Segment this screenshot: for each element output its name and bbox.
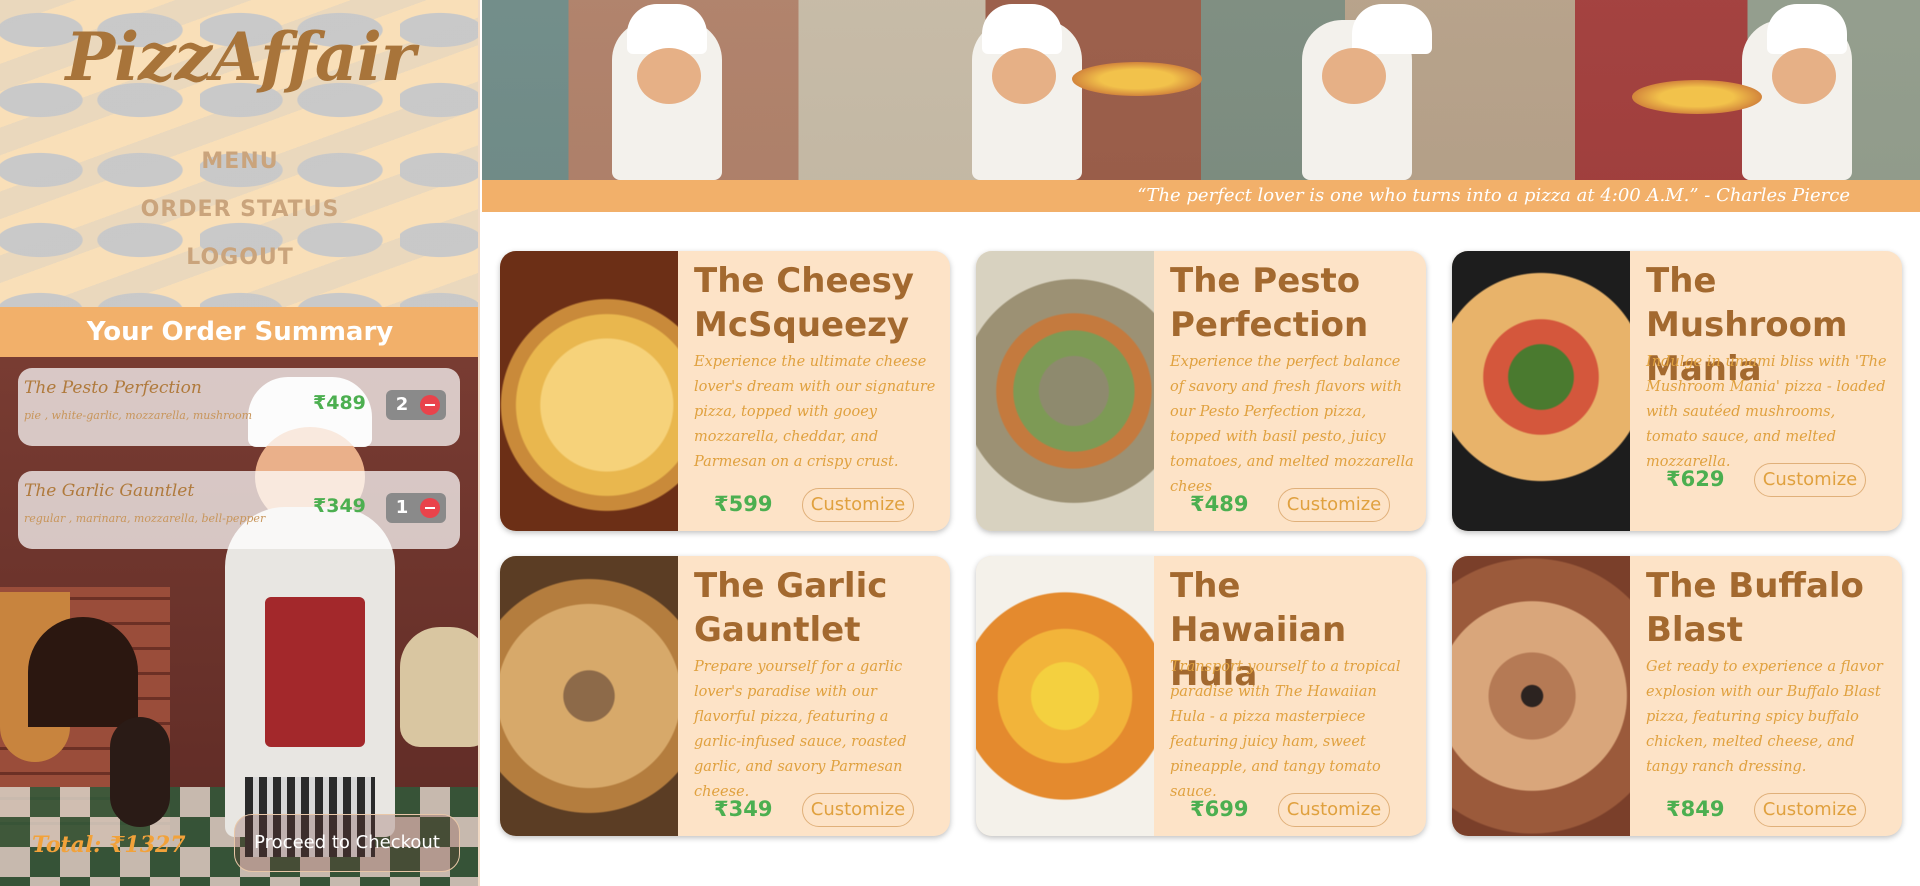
banner-chef-face [992, 48, 1056, 104]
order-item-options: pie , white-garlic, mozzarella, mushroom [24, 409, 253, 422]
main-nav: MENU ORDER STATUS LOGOUT [0, 142, 478, 286]
pizza-title: The Garlic Gauntlet [694, 566, 888, 650]
pizza-image [976, 251, 1154, 531]
oven-opening [28, 617, 138, 727]
customize-button[interactable]: Customize [1278, 488, 1390, 522]
customize-button[interactable]: Customize [1278, 793, 1390, 827]
nav-item-logout[interactable]: LOGOUT [0, 238, 478, 286]
customize-button[interactable]: Customize [1754, 793, 1866, 827]
quantity-value: 2 [395, 394, 409, 415]
pizza-card: The Hawaiian Hula Transport yourself to … [976, 556, 1426, 836]
pizza-image [1452, 556, 1630, 836]
pizza-image [1452, 251, 1630, 531]
pizza-price: ₹599 [714, 492, 773, 516]
pizza-description: Get ready to experience a flavor explosi… [1646, 659, 1883, 775]
order-item: The Pesto Perfection pie , white-garlic,… [18, 368, 460, 446]
banner-chef-hat [627, 4, 707, 54]
order-item-price: ₹349 [313, 495, 366, 517]
pizza-price: ₹849 [1666, 797, 1725, 821]
pizza-card: The Cheesy McSqueezy Experience the ulti… [500, 251, 950, 531]
pizza-card: The Mushroom Mania Indulge in umami blis… [1452, 251, 1902, 531]
banner-chef-hat [1767, 4, 1847, 54]
pizza-title: The Cheesy McSqueezy [694, 261, 914, 345]
banner-chef-face [1322, 48, 1386, 104]
pizza-price: ₹629 [1666, 467, 1725, 491]
pizza-description: Experience the perfect balance of savory… [1170, 354, 1414, 495]
order-total: Total: ₹1327 [32, 832, 186, 858]
banner-chef-face [1772, 48, 1836, 104]
order-summary-title: Your Order Summary [0, 307, 478, 357]
checkout-button[interactable]: Proceed to Checkout [234, 814, 460, 872]
banner-chef-hat [982, 4, 1062, 54]
pizza-image [500, 251, 678, 531]
banner-chef-face [637, 48, 701, 104]
pizza-description: Experience the ultimate cheese lover's d… [694, 354, 936, 470]
brand-logo[interactable]: PizzAffair [0, 18, 478, 96]
pizza-title: The Pesto Perfection [1170, 261, 1369, 345]
flour-sack [400, 627, 478, 747]
order-item-name: The Pesto Perfection [24, 378, 202, 398]
customize-button[interactable]: Customize [802, 793, 914, 827]
chef-apron [265, 597, 365, 747]
order-item: The Garlic Gauntlet regular , marinara, … [18, 471, 460, 549]
pizza-price: ₹349 [714, 797, 773, 821]
nav-item-menu[interactable]: MENU [0, 142, 478, 190]
remove-icon[interactable] [420, 498, 440, 518]
pizza-description: Transport yourself to a tropical paradis… [1170, 659, 1401, 800]
order-item-price: ₹489 [313, 392, 366, 414]
pizza-card: The Pesto Perfection Experience the perf… [976, 251, 1426, 531]
quantity-value: 1 [395, 497, 409, 518]
customize-button[interactable]: Customize [1754, 463, 1866, 497]
pizza-title: The Buffalo Blast [1646, 566, 1864, 650]
banner-pizza [1632, 80, 1762, 114]
remove-icon[interactable] [420, 395, 440, 415]
sidebar: PizzAffair MENU ORDER STATUS LOGOUT Your… [0, 0, 480, 886]
nav-item-order-status[interactable]: ORDER STATUS [0, 190, 478, 238]
pizza-price: ₹489 [1190, 492, 1249, 516]
pizza-image [976, 556, 1154, 836]
hero-banner [482, 0, 1920, 180]
pizza-card: The Garlic Gauntlet Prepare yourself for… [500, 556, 950, 836]
pizza-description: Prepare yourself for a garlic lover's pa… [694, 659, 907, 800]
order-item-options: regular , marinara, mozzarella, bell-pep… [24, 512, 266, 525]
dog [110, 717, 170, 827]
pizza-description: Indulge in umami bliss with 'The Mushroo… [1646, 354, 1887, 470]
pizza-image [500, 556, 678, 836]
pizza-price: ₹699 [1190, 797, 1249, 821]
quantity-control: 1 [386, 493, 446, 523]
quote-bar: “The perfect lover is one who turns into… [482, 180, 1920, 212]
pizza-card: The Buffalo Blast Get ready to experienc… [1452, 556, 1902, 836]
customize-button[interactable]: Customize [802, 488, 914, 522]
banner-chef-hat [1352, 4, 1432, 54]
banner-pizza [1072, 62, 1202, 96]
order-item-name: The Garlic Gauntlet [24, 481, 195, 501]
quantity-control: 2 [386, 390, 446, 420]
